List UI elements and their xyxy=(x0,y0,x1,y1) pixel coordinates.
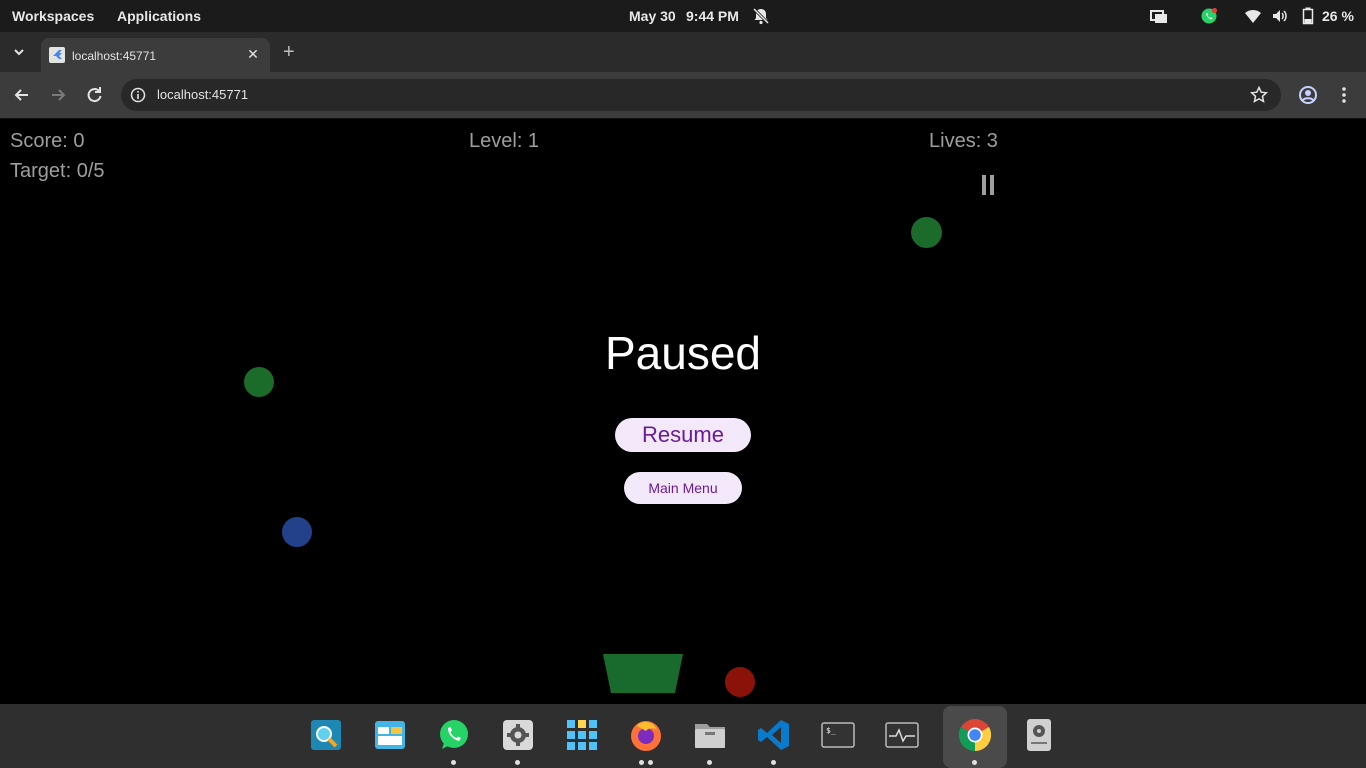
catcher-basket[interactable] xyxy=(602,654,684,694)
wifi-icon[interactable] xyxy=(1244,7,1262,28)
browser-tab[interactable]: localhost:45771 ✕ xyxy=(41,38,270,72)
site-info-icon[interactable] xyxy=(130,87,146,108)
notifications-muted-icon[interactable] xyxy=(752,7,770,28)
reload-icon[interactable] xyxy=(82,83,106,107)
running-indicator xyxy=(451,760,456,765)
running-indicator xyxy=(707,760,712,765)
display-icon[interactable] xyxy=(1150,7,1168,28)
red-ball xyxy=(725,667,755,697)
search-app-icon[interactable] xyxy=(309,718,343,752)
chrome-icon[interactable] xyxy=(958,718,992,752)
game-canvas[interactable]: Score: 0 Target: 0/5 Level: 1 Lives: 3 P… xyxy=(0,119,1366,704)
workspaces-button[interactable]: Workspaces xyxy=(12,8,94,24)
svg-text:$_: $_ xyxy=(826,726,836,735)
applications-button[interactable]: Applications xyxy=(117,8,201,24)
whatsapp-tray-icon[interactable] xyxy=(1200,7,1218,28)
disk-icon[interactable] xyxy=(1022,718,1056,752)
running-indicator xyxy=(771,760,776,765)
dock: $_ xyxy=(0,704,1366,768)
screenshot-app-icon[interactable] xyxy=(373,718,407,752)
resume-button[interactable]: Resume xyxy=(615,418,751,452)
system-monitor-icon[interactable] xyxy=(885,718,919,752)
forward-arrow-icon[interactable] xyxy=(46,83,70,107)
score-text: Score: 0 xyxy=(10,130,85,152)
lives-text: Lives: 3 xyxy=(929,130,998,152)
target-text: Target: 0/5 xyxy=(10,160,105,182)
profile-avatar-icon[interactable] xyxy=(1296,83,1320,107)
more-menu-icon[interactable] xyxy=(1332,83,1356,107)
tab-close-icon[interactable]: ✕ xyxy=(244,45,262,63)
tab-title: localhost:45771 xyxy=(72,49,157,63)
running-indicator xyxy=(515,760,520,765)
level-text: Level: 1 xyxy=(469,130,540,152)
system-top-bar: Workspaces Applications May 30 9:44 PM 2… xyxy=(0,0,1366,32)
battery-percentage[interactable]: 26 % xyxy=(1322,8,1354,24)
pause-icon[interactable] xyxy=(980,174,996,201)
address-bar[interactable]: localhost:45771 xyxy=(121,79,1281,111)
browser-tab-strip: localhost:45771 ✕ + xyxy=(0,32,1366,72)
paused-title: Paused xyxy=(604,327,761,379)
tab-search-chevron-icon[interactable] xyxy=(11,44,27,65)
green-ball xyxy=(911,217,942,248)
clock-date[interactable]: May 30 xyxy=(629,8,676,24)
clock-time[interactable]: 9:44 PM xyxy=(686,8,739,24)
new-tab-plus-icon[interactable]: + xyxy=(283,42,295,62)
whatsapp-icon[interactable] xyxy=(437,718,471,752)
settings-icon[interactable] xyxy=(501,718,535,752)
bookmark-star-icon[interactable] xyxy=(1249,85,1269,109)
running-indicator xyxy=(639,760,644,765)
running-indicator xyxy=(648,760,653,765)
terminal-icon[interactable]: $_ xyxy=(821,718,855,752)
firefox-icon[interactable] xyxy=(629,718,663,752)
back-arrow-icon[interactable] xyxy=(10,83,34,107)
browser-toolbar: localhost:45771 xyxy=(0,72,1366,119)
blue-ball xyxy=(282,517,312,547)
volume-icon[interactable] xyxy=(1271,7,1289,28)
app-grid-icon[interactable] xyxy=(565,718,599,752)
running-indicator xyxy=(972,760,977,765)
files-icon[interactable] xyxy=(693,718,727,752)
vscode-icon[interactable] xyxy=(757,718,791,752)
main-menu-button[interactable]: Main Menu xyxy=(624,472,742,504)
flutter-favicon-icon xyxy=(49,47,65,63)
url-text[interactable]: localhost:45771 xyxy=(157,87,248,102)
battery-icon[interactable] xyxy=(1302,7,1314,28)
